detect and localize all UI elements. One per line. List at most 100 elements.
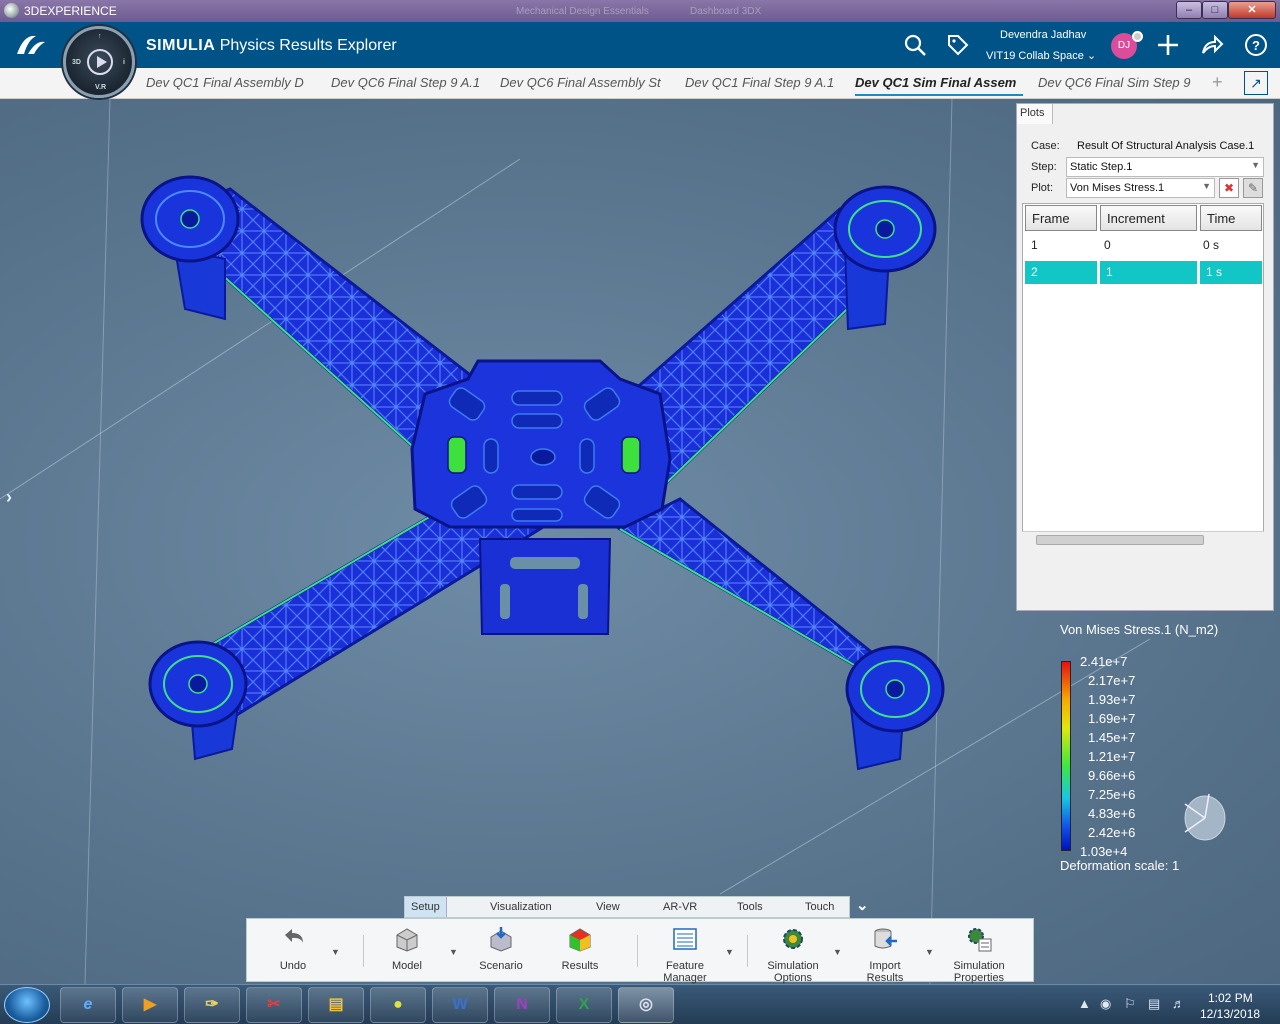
tab-touch[interactable]: Touch bbox=[805, 901, 834, 913]
tab-view[interactable]: View bbox=[596, 901, 620, 913]
chevron-down-icon: ▼ bbox=[1202, 181, 1211, 191]
clock-time[interactable]: 1:02 PM bbox=[1208, 991, 1253, 1005]
motor-mount-top-right bbox=[833, 185, 937, 273]
3dexperience-taskbar-icon[interactable]: ◎ bbox=[618, 987, 674, 1023]
motor-mount-bottom-left bbox=[148, 640, 248, 728]
share-icon[interactable] bbox=[1200, 33, 1224, 63]
table-cell-frame-selected[interactable]: 2 bbox=[1025, 261, 1097, 284]
clock-date[interactable]: 12/13/2018 bbox=[1200, 1007, 1260, 1021]
plots-tab[interactable]: Plots bbox=[1017, 104, 1053, 124]
media-player-icon[interactable]: ▶ bbox=[122, 987, 178, 1023]
chevron-down-icon[interactable]: ⌄ bbox=[856, 896, 869, 914]
internet-explorer-icon[interactable]: e bbox=[60, 987, 116, 1023]
status-dot-icon bbox=[1132, 31, 1143, 42]
play-icon[interactable] bbox=[87, 49, 113, 75]
chevron-down-icon: ▼ bbox=[1251, 160, 1260, 170]
table-cell-time-selected[interactable]: 1 s bbox=[1200, 261, 1262, 284]
chevron-down-icon[interactable]: ▼ bbox=[925, 947, 934, 957]
tab-setup[interactable]: Setup bbox=[405, 897, 447, 917]
chevron-down-icon[interactable]: ▼ bbox=[725, 947, 734, 957]
step-select[interactable]: Static Step.1 ▼ bbox=[1066, 157, 1264, 177]
plot-settings-icon[interactable]: ✖ bbox=[1219, 178, 1239, 198]
close-button[interactable]: ✕ bbox=[1228, 1, 1276, 19]
undo-button[interactable]: Undo bbox=[273, 925, 313, 972]
separator bbox=[637, 935, 638, 967]
add-tab-button[interactable]: + bbox=[1212, 72, 1223, 93]
scenario-button[interactable]: Scenario bbox=[475, 925, 527, 972]
undo-icon bbox=[285, 929, 303, 943]
tab-2[interactable]: Dev QC6 Final Assembly St bbox=[500, 75, 672, 90]
feature-manager-label-2: Manager bbox=[663, 972, 707, 984]
start-button-icon[interactable] bbox=[4, 987, 50, 1023]
chevron-down-icon[interactable]: ▼ bbox=[833, 947, 842, 957]
legend-value: 9.66e+6 bbox=[1088, 768, 1136, 783]
table-cell-time[interactable]: 0 s bbox=[1197, 234, 1262, 257]
tab-5[interactable]: Dev QC6 Final Sim Step 9 bbox=[1038, 75, 1202, 90]
simulation-properties-button[interactable]: Simulation Properties bbox=[947, 925, 1011, 984]
tab-ar-vr[interactable]: AR-VR bbox=[663, 901, 697, 913]
word-icon[interactable]: W bbox=[432, 987, 488, 1023]
snipping-tool-icon[interactable]: ✂ bbox=[246, 987, 302, 1023]
tag-icon[interactable] bbox=[946, 33, 970, 63]
minimize-button[interactable]: – bbox=[1176, 1, 1202, 19]
collab-space-selector[interactable]: VIT19 Collab Space ⌄ bbox=[986, 49, 1096, 62]
col-header-frame[interactable]: Frame bbox=[1025, 205, 1097, 231]
tab-3[interactable]: Dev QC1 Final Step 9 A.1 bbox=[685, 75, 845, 90]
legend-color-bar bbox=[1061, 661, 1071, 851]
maximize-button[interactable]: □ bbox=[1202, 1, 1228, 19]
excel-icon[interactable]: X bbox=[556, 987, 612, 1023]
chevron-down-icon[interactable]: ▼ bbox=[331, 947, 340, 957]
chrome-icon[interactable]: ● bbox=[370, 987, 426, 1023]
chevron-right-icon[interactable]: › bbox=[6, 487, 12, 508]
network-icon[interactable]: ▤ bbox=[1148, 996, 1160, 1012]
simulation-options-button[interactable]: Simulation Options bbox=[763, 925, 823, 984]
simulation-properties-label-1: Simulation bbox=[953, 960, 1005, 972]
tab-visualization[interactable]: Visualization bbox=[490, 901, 552, 913]
feature-manager-button[interactable]: Feature Manager bbox=[657, 925, 713, 984]
window-center-text-2: Dashboard 3DX bbox=[690, 6, 762, 17]
edit-pencil-icon[interactable]: ✎ bbox=[1243, 178, 1263, 198]
plot-select[interactable]: Von Mises Stress.1 ▼ bbox=[1066, 178, 1215, 198]
file-explorer-icon[interactable]: ▤ bbox=[308, 987, 364, 1023]
col-header-increment[interactable]: Increment bbox=[1100, 205, 1197, 231]
network-globe-icon[interactable]: ◉ bbox=[1100, 996, 1111, 1012]
legend-value: 7.25e+6 bbox=[1088, 787, 1136, 802]
scenario-label: Scenario bbox=[479, 960, 523, 972]
expand-icon[interactable]: ↗ bbox=[1244, 71, 1268, 95]
action-center-icon[interactable]: ⚐ bbox=[1124, 996, 1136, 1012]
tab-0[interactable]: Dev QC1 Final Assembly D bbox=[146, 75, 318, 90]
volume-icon[interactable]: ♬ bbox=[1172, 996, 1185, 1011]
simulation-properties-icon bbox=[968, 928, 992, 952]
table-cell-increment[interactable]: 0 bbox=[1098, 234, 1197, 257]
help-icon[interactable]: ? bbox=[1244, 33, 1268, 63]
table-cell-increment-selected[interactable]: 1 bbox=[1100, 261, 1197, 284]
horizontal-scrollbar[interactable] bbox=[1022, 531, 1264, 547]
deformation-scale: Deformation scale: 1 bbox=[1060, 858, 1180, 873]
ds-logo-icon[interactable] bbox=[14, 32, 48, 64]
onenote-icon[interactable]: N bbox=[494, 987, 550, 1023]
results-button[interactable]: Results bbox=[559, 925, 601, 972]
plot-label: Plot: bbox=[1031, 182, 1054, 194]
scrollbar-thumb[interactable] bbox=[1036, 535, 1204, 545]
app-header: SIMULIA Physics Results Explorer Devendr… bbox=[0, 22, 1280, 68]
compass-widget[interactable]: 3D V.R i ↑ bbox=[63, 26, 135, 98]
chevron-down-icon[interactable]: ▼ bbox=[449, 947, 458, 957]
tab-1[interactable]: Dev QC6 Final Step 9 A.1 bbox=[331, 75, 491, 90]
action-bar: Undo ▼ Model ▼ Scenario Results Feature M… bbox=[246, 918, 1034, 984]
add-icon[interactable] bbox=[1156, 33, 1180, 63]
legend-value: 2.17e+7 bbox=[1088, 673, 1136, 688]
table-cell-frame[interactable]: 1 bbox=[1025, 234, 1097, 257]
scenario-icon bbox=[490, 927, 512, 952]
import-results-button[interactable]: Import Results bbox=[859, 925, 911, 984]
window-title: 3DEXPERIENCE bbox=[24, 4, 117, 18]
legend-value: 1.21e+7 bbox=[1088, 749, 1136, 764]
search-icon[interactable] bbox=[903, 33, 927, 63]
paint-icon[interactable]: ✑ bbox=[184, 987, 240, 1023]
col-header-time[interactable]: Time bbox=[1200, 205, 1262, 231]
tab-4-active[interactable]: Dev QC1 Sim Final Assem bbox=[855, 75, 1023, 96]
model-button[interactable]: Model bbox=[387, 925, 427, 972]
taskbar: e ▶ ✑ ✂ ▤ ● W N X ◎ ▲ ◉ ⚐ ▤ ♬ 1:02 PM 12… bbox=[0, 984, 1280, 1024]
tab-tools[interactable]: Tools bbox=[737, 901, 763, 913]
axis-triad-icon[interactable] bbox=[1175, 788, 1231, 844]
tray-expand-icon[interactable]: ▲ bbox=[1078, 996, 1091, 1011]
